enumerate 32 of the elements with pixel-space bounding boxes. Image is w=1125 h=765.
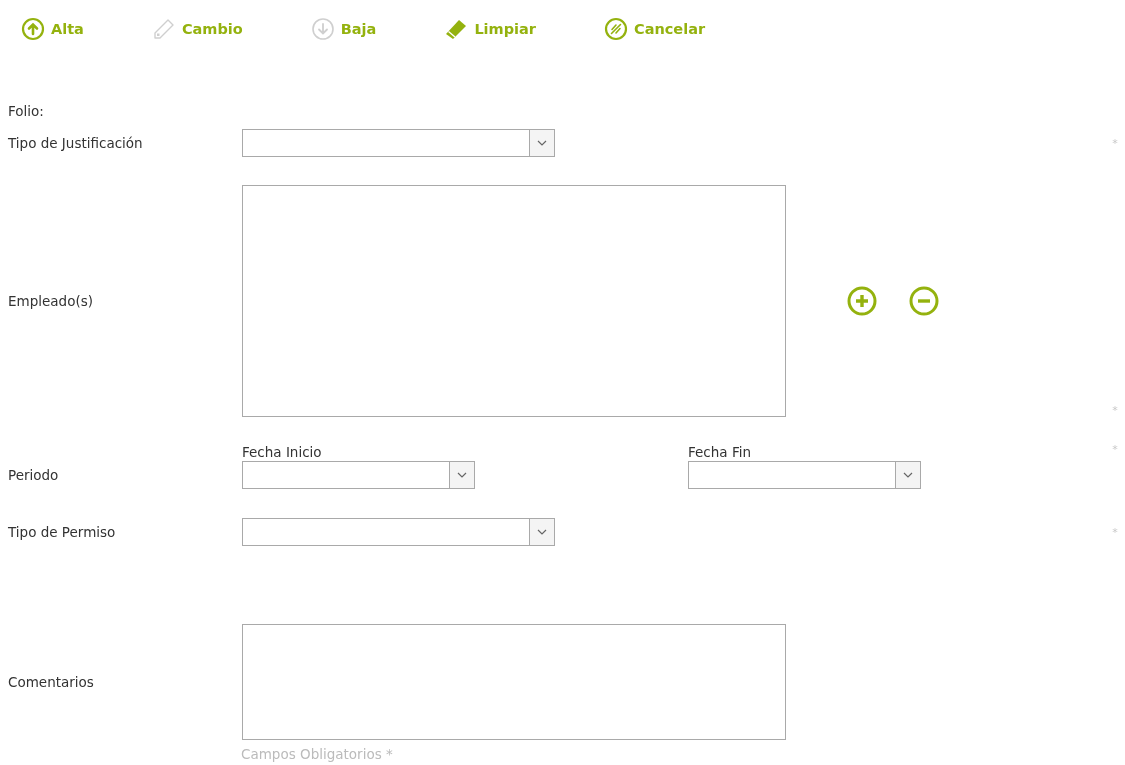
toolbar-button[interactable]: Alta bbox=[21, 12, 84, 45]
required-mark: * bbox=[1112, 443, 1118, 456]
required-mark: * bbox=[1112, 525, 1118, 539]
field-label: Fecha Fin bbox=[688, 443, 752, 461]
chevron-down-icon bbox=[537, 140, 547, 146]
select-field[interactable] bbox=[242, 129, 555, 157]
dropdown-button[interactable] bbox=[529, 519, 554, 545]
date-field[interactable] bbox=[688, 461, 921, 489]
toolbar-button[interactable]: Cancelar bbox=[604, 12, 706, 45]
field-label: Periodo bbox=[7, 466, 60, 483]
remove-icon[interactable] bbox=[908, 285, 940, 317]
comments-field[interactable] bbox=[242, 624, 786, 740]
cancel-icon bbox=[604, 16, 628, 41]
required-mark: * bbox=[1112, 404, 1118, 417]
required-mark: * bbox=[1112, 136, 1118, 150]
select-field[interactable] bbox=[242, 518, 555, 546]
chevron-down-icon bbox=[537, 529, 547, 535]
add-icon[interactable] bbox=[846, 285, 878, 317]
required-note: Campos Obligatorios * bbox=[240, 746, 394, 762]
chevron-down-icon bbox=[903, 472, 913, 478]
toolbar-button[interactable]: Limpiar bbox=[444, 12, 536, 45]
dropdown-button[interactable] bbox=[449, 462, 474, 488]
dropdown-button[interactable] bbox=[529, 130, 554, 156]
date-field[interactable] bbox=[242, 461, 475, 489]
field-label: Folio: bbox=[7, 103, 45, 119]
field-label: Comentarios bbox=[7, 674, 95, 690]
field-label: Fecha Inicio bbox=[242, 443, 323, 461]
chevron-down-icon bbox=[457, 472, 467, 478]
field-label: Tipo de Permiso bbox=[7, 524, 117, 540]
dropdown-button[interactable] bbox=[895, 462, 920, 488]
field-label: Empleado(s) bbox=[7, 293, 94, 309]
field-label: Tipo de Justificación bbox=[7, 135, 144, 151]
